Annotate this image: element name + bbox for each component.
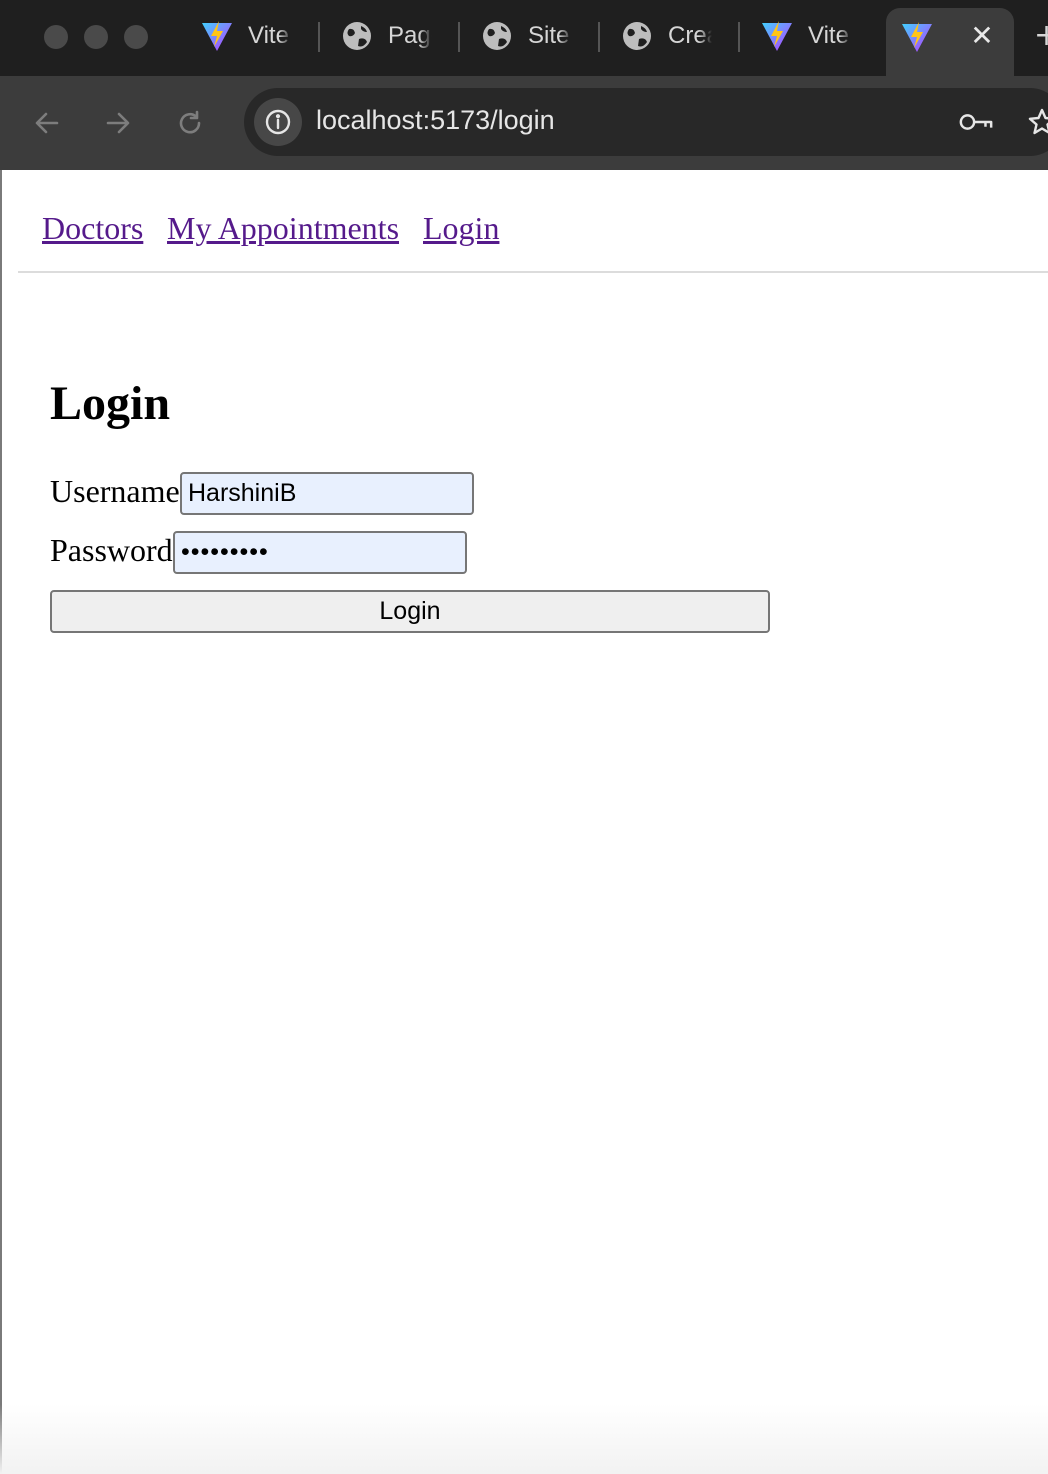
tab-label: Vite xyxy=(248,22,289,49)
window-edge xyxy=(0,170,2,1474)
nav-link-my-appointments[interactable]: My Appointments xyxy=(167,210,399,247)
page-content: Doctors My Appointments Login Login User… xyxy=(0,170,1048,1474)
address-bar[interactable]: localhost:5173/login xyxy=(244,88,1048,156)
top-navigation: Doctors My Appointments Login xyxy=(18,170,1048,273)
browser-toolbar: localhost:5173/login xyxy=(0,76,1048,170)
bookmark-star-icon[interactable] xyxy=(1024,106,1048,138)
back-icon[interactable] xyxy=(30,106,64,140)
password-input[interactable] xyxy=(173,531,467,574)
tab-label: Site xyxy=(528,22,570,49)
browser-tab[interactable]: Site xyxy=(480,14,572,58)
vite-icon xyxy=(200,19,234,53)
bottom-shadow xyxy=(0,1404,1048,1474)
window-zoom-light[interactable] xyxy=(124,25,148,49)
site-info-icon[interactable] xyxy=(254,98,302,146)
vite-icon xyxy=(760,19,794,53)
tab-strip: Vite Page xyxy=(0,0,1048,76)
vite-icon xyxy=(900,20,934,59)
window-minimize-light[interactable] xyxy=(84,25,108,49)
login-submit-button[interactable]: Login xyxy=(50,590,770,633)
globe-icon xyxy=(620,19,654,53)
username-input[interactable] xyxy=(180,472,474,515)
password-key-icon[interactable] xyxy=(958,106,994,138)
tab-separator xyxy=(458,22,460,52)
password-label: Password xyxy=(50,532,173,568)
reload-icon[interactable] xyxy=(173,106,207,140)
browser-tab[interactable]: Crea xyxy=(620,14,712,58)
browser-tab[interactable]: Page xyxy=(340,14,432,58)
close-tab-icon[interactable]: ✕ xyxy=(966,20,998,52)
tab-label: Crea xyxy=(668,22,712,49)
page-title: Login xyxy=(50,377,171,430)
tab-label: Page xyxy=(388,22,432,49)
nav-link-doctors[interactable]: Doctors xyxy=(42,210,143,247)
tab-label: Vite xyxy=(808,22,849,49)
tab-separator xyxy=(598,22,600,52)
browser-chrome: Vite Page xyxy=(0,0,1048,170)
nav-link-login[interactable]: Login xyxy=(423,210,499,247)
username-label: Username xyxy=(50,473,180,509)
forward-icon[interactable] xyxy=(101,106,135,140)
browser-tab[interactable]: Vite xyxy=(200,14,292,58)
tab-separator xyxy=(738,22,740,52)
browser-tab[interactable]: Vite xyxy=(760,14,852,58)
url-text[interactable]: localhost:5173/login xyxy=(316,105,555,136)
globe-icon xyxy=(480,19,514,53)
tab-separator xyxy=(318,22,320,52)
new-tab-icon[interactable]: + xyxy=(1034,18,1048,53)
globe-icon xyxy=(340,19,374,53)
window-close-light[interactable] xyxy=(44,25,68,49)
